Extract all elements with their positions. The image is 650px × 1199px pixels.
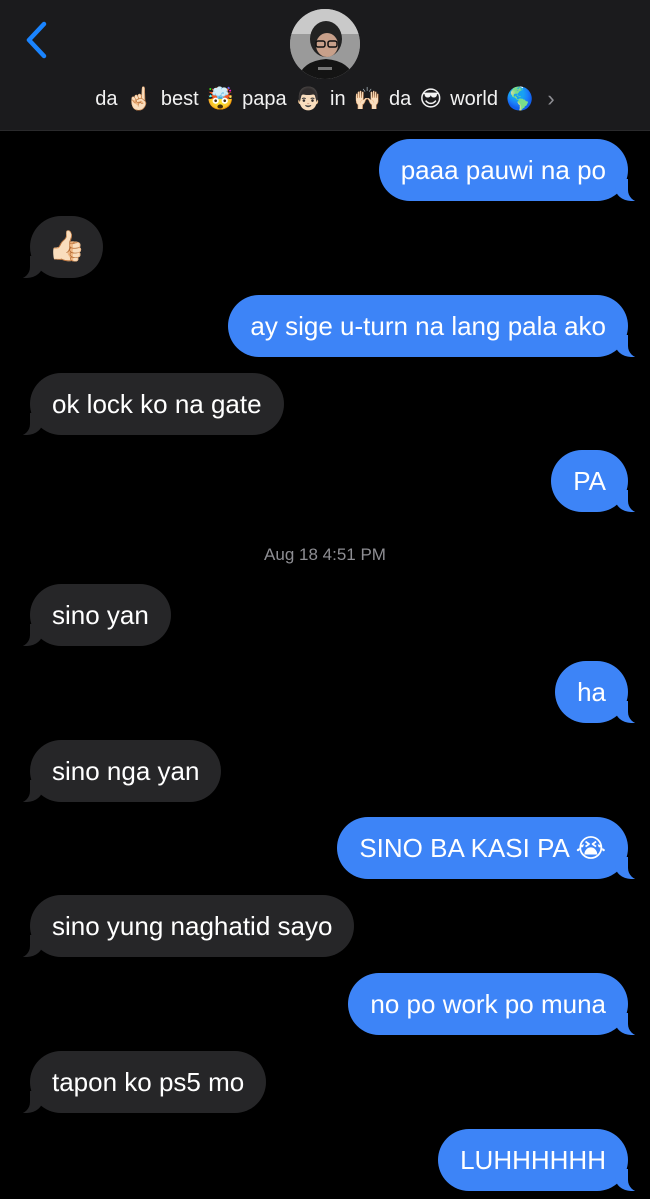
sent-message-bubble[interactable]: ha (555, 661, 644, 724)
message-text: sino nga yan (52, 756, 200, 786)
avatar-photo (290, 9, 360, 79)
contact-avatar[interactable] (290, 9, 360, 79)
sent-message-bubble[interactable]: ay sige u-turn na lang pala ako (228, 295, 644, 358)
contact-name-word: da (389, 87, 412, 110)
message-text: ha (577, 677, 606, 707)
received-message-bubble[interactable]: sino nga yan (13, 740, 222, 803)
man-emoji-icon: 👨🏻 (294, 86, 323, 112)
thumbs-up-emoji-icon: 👍🏻 (48, 229, 86, 264)
contact-name-word: papa (242, 87, 287, 110)
raising-hands-emoji-icon: 🙌🏻 (353, 86, 382, 112)
pointing-up-emoji-icon: ☝🏻 (125, 86, 153, 112)
message-text: tapon ko ps5 mo (52, 1067, 245, 1097)
chevron-right-icon: › (547, 86, 555, 111)
received-message-bubble[interactable]: 👍🏻 (13, 216, 104, 279)
contact-name-word: in (330, 87, 346, 110)
message-text: SINO BA KASI PA 😭 (359, 833, 606, 863)
contact-name-word: world (450, 87, 498, 110)
message-timestamp: Aug 18 4:51 PM (264, 545, 386, 564)
sent-message-bubble[interactable]: SINO BA KASI PA 😭 (337, 817, 644, 880)
message-text: ay sige u-turn na lang pala ako (250, 311, 606, 341)
globe-emoji-icon: 🌎 (506, 86, 534, 112)
message-text: sino yung naghatid sayo (52, 911, 333, 941)
message-text: no po work po muna (370, 989, 606, 1019)
received-message-bubble[interactable]: ok lock ko na gate (14, 373, 284, 436)
received-message-bubble[interactable]: tapon ko ps5 mo (13, 1051, 267, 1114)
message-text: LUHHHHHH (460, 1145, 606, 1175)
sent-message-bubble[interactable]: no po work po muna (348, 973, 644, 1036)
sent-message-bubble[interactable]: LUHHHHHH (438, 1129, 644, 1192)
sent-message-bubble[interactable]: PA (551, 450, 644, 513)
contact-name[interactable]: da ☝🏻 best 🤯 papa 👨🏻 in 🙌🏻 da 😎 world 🌎 … (0, 86, 650, 112)
message-text: paaa pauwi na po (400, 155, 606, 185)
conversation-header: da ☝🏻 best 🤯 papa 👨🏻 in 🙌🏻 da 😎 world 🌎 … (0, 0, 650, 131)
contact-name-word: best (160, 87, 199, 110)
contact-name-word: da (95, 87, 118, 110)
back-button[interactable] (14, 18, 58, 62)
message-text: ok lock ko na gate (52, 389, 262, 419)
message-text: PA (573, 466, 606, 496)
sent-message-bubble[interactable]: paaa pauwi na po (378, 139, 645, 202)
exploding-head-emoji-icon: 🤯 (206, 86, 235, 112)
sunglasses-emoji-icon: 😎 (419, 86, 443, 112)
received-message-bubble[interactable]: sino yung naghatid sayo (13, 895, 355, 958)
received-message-bubble[interactable]: sino yan (14, 584, 171, 647)
chevron-left-icon (26, 21, 47, 59)
message-text: sino yan (52, 600, 149, 630)
